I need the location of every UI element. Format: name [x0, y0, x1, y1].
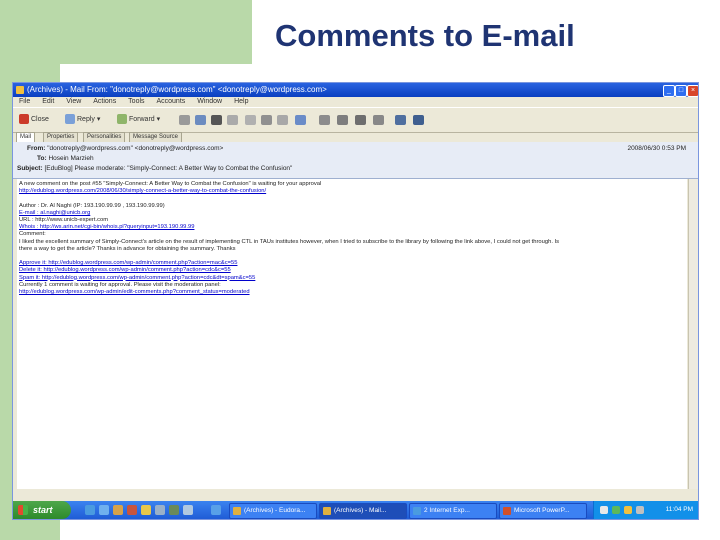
start-button[interactable]: start — [13, 501, 71, 519]
vertical-scrollbar[interactable] — [688, 179, 698, 489]
attach-icon[interactable] — [319, 115, 330, 125]
body-link[interactable]: Approve it: http://edublog.wordpress.com… — [19, 260, 237, 267]
taskbar-item-eudora[interactable]: (Archives) - Eudora... — [229, 503, 317, 519]
slide-header-band — [0, 0, 252, 64]
body-line: URL : http://www.unicb-expert.com — [19, 217, 109, 223]
subject-row: Subject: [EduBlog] Please moderate: "Sim… — [17, 165, 293, 172]
body-line: Author : Dr. Al Naghi (IP: 193.190.99.99… — [19, 202, 165, 209]
close-button[interactable]: Close — [19, 113, 49, 126]
forward-icon — [117, 114, 127, 125]
powerpoint-icon — [503, 507, 511, 515]
body-line: Currently 1 comment is waiting for appro… — [19, 281, 221, 288]
network-icon[interactable] — [600, 506, 608, 514]
body-line: there a way to get the article? Thanks i… — [19, 245, 236, 252]
message-tabs: Mail Properties Personalities Message So… — [13, 132, 698, 142]
volume-icon[interactable] — [624, 506, 632, 514]
message-body[interactable]: A new comment on the post #55 "Simply-Co… — [17, 179, 687, 489]
prev-message-icon[interactable] — [227, 115, 238, 125]
menu-view[interactable]: View — [66, 98, 81, 105]
misc-quicklaunch-icon[interactable] — [183, 505, 193, 515]
mail-window-screenshot: (Archives) - Mail From: "donotreply@word… — [12, 82, 699, 520]
maximize-icon[interactable]: □ — [675, 85, 687, 97]
window-titlebar[interactable]: (Archives) - Mail From: "donotreply@word… — [13, 83, 698, 97]
redirect-icon[interactable] — [277, 115, 288, 125]
slide-title: Comments to E-mail — [275, 18, 575, 53]
mail-icon — [323, 507, 331, 515]
taskbar-item-powerpoint[interactable]: Microsoft PowerP... — [499, 503, 587, 519]
taskbar-clock: 11:04 PM — [665, 506, 693, 513]
reply-button[interactable]: Reply ▾ — [65, 113, 100, 126]
ie-icon — [413, 507, 421, 515]
print-icon[interactable] — [179, 115, 190, 125]
more-quicklaunch-icon[interactable] — [211, 505, 221, 515]
tab-mail[interactable]: Mail — [16, 132, 36, 142]
to-value: Hosein Marzieh — [48, 155, 94, 162]
minimize-icon[interactable]: _ — [663, 85, 675, 97]
body-link[interactable]: Whois : http://ws.arin.net/cgi-bin/whois… — [19, 224, 194, 231]
delete-icon[interactable] — [211, 115, 222, 125]
media-quicklaunch-icon[interactable] — [155, 505, 165, 515]
app-quicklaunch-icon[interactable] — [127, 505, 137, 515]
eudora-icon — [233, 507, 241, 515]
mail-app-icon — [16, 86, 24, 94]
forward-button[interactable]: Forward ▾ — [117, 113, 160, 126]
menu-help[interactable]: Help — [234, 98, 248, 105]
close-mail-icon — [19, 114, 29, 125]
ie-quicklaunch-icon[interactable] — [85, 505, 95, 515]
windows-taskbar: start (Archives) - Eudora... (Archives) … — [13, 501, 698, 519]
body-link[interactable]: Spam it: http://edublog.wordpress.com/wp… — [19, 275, 255, 282]
menu-file[interactable]: File — [19, 98, 30, 105]
menu-tools[interactable]: Tools — [128, 98, 144, 105]
mail-toolbar: Close Reply ▾ Forward ▾ — [13, 107, 698, 133]
move-icon[interactable] — [195, 115, 206, 125]
body-line: I liked the excellent summary of Simply-… — [19, 238, 560, 245]
system-tray: 11:04 PM — [593, 501, 698, 519]
from-row: From: "donotreply@wordpress.com" <donotr… — [27, 145, 224, 152]
message-date: 2008/06/30 0:53 PM — [627, 145, 686, 152]
menu-accounts[interactable]: Accounts — [156, 98, 185, 105]
subject-value: [EduBlog] Please moderate: "Simply-Conne… — [44, 165, 293, 172]
tab-properties[interactable]: Properties — [43, 132, 79, 142]
menu-window[interactable]: Window — [197, 98, 222, 105]
reply-all-icon[interactable] — [261, 115, 272, 125]
body-line: A new comment on the post #55 "Simply-Co… — [19, 181, 322, 187]
save-icon[interactable] — [295, 115, 306, 125]
menu-edit[interactable]: Edit — [42, 98, 54, 105]
taskbar-item-mail[interactable]: (Archives) - Mail... — [319, 503, 407, 519]
show-desktop-icon[interactable] — [99, 505, 109, 515]
tab-personalities[interactable]: Personalities — [83, 132, 126, 142]
body-link[interactable]: http://edublog.wordpress.com/2008/06/30/… — [19, 188, 266, 195]
tab-message-source[interactable]: Message Source — [129, 132, 183, 142]
security-icon[interactable] — [612, 506, 620, 514]
window-icon[interactable] — [413, 115, 424, 125]
body-link[interactable]: E-mail : al.naghi@unicb.org — [19, 210, 90, 217]
to-row: To: Hosein Marzieh — [37, 155, 94, 162]
new-message-icon[interactable] — [245, 115, 256, 125]
message-header: From: "donotreply@wordpress.com" <donotr… — [13, 142, 698, 179]
tool-quicklaunch-icon[interactable] — [169, 505, 179, 515]
explorer-quicklaunch-icon[interactable] — [113, 505, 123, 515]
address-book-icon[interactable] — [395, 115, 406, 125]
link-icon[interactable] — [337, 115, 348, 125]
body-link[interactable]: http://edublog.wordpress.com/wp-admin/ed… — [19, 289, 250, 296]
window-title: (Archives) - Mail From: "donotreply@word… — [27, 85, 327, 94]
lock-icon[interactable] — [355, 115, 366, 125]
body-line: Comment: — [19, 231, 46, 238]
taskbar-item-internet-explorer[interactable]: 2 Internet Exp... — [409, 503, 497, 519]
tray-app-icon[interactable] — [636, 506, 644, 514]
menu-bar: File Edit View Actions Tools Accounts Wi… — [13, 97, 698, 107]
windows-logo-icon — [18, 505, 28, 515]
reply-icon — [65, 114, 75, 125]
body-link[interactable]: Delete it: http://edublog.wordpress.com/… — [19, 267, 231, 274]
print-preview-icon[interactable] — [373, 115, 384, 125]
menu-actions[interactable]: Actions — [93, 98, 116, 105]
close-icon[interactable]: × — [687, 85, 698, 97]
mail-quicklaunch-icon[interactable] — [141, 505, 151, 515]
from-value[interactable]: "donotreply@wordpress.com" <donotreply@w… — [47, 145, 223, 152]
